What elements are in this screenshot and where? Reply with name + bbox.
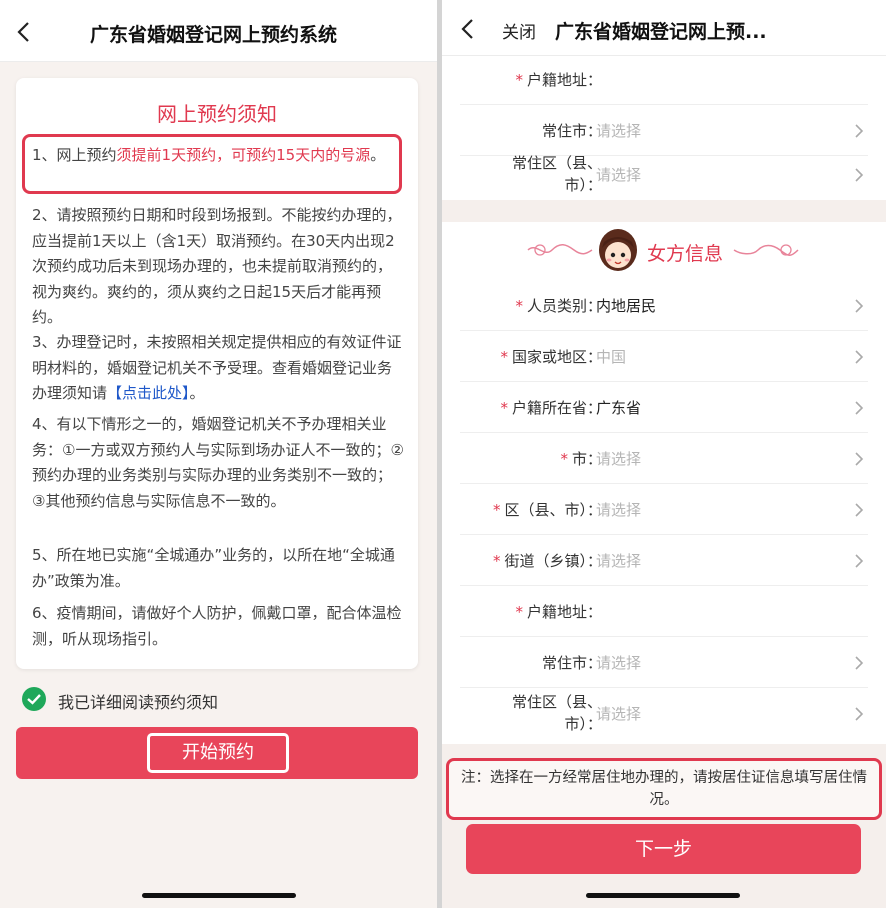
ornament-swirl-icon <box>527 244 593 256</box>
form-section-top: * 户籍地址： 常住市： 请选择 常住区（县、 市）： 请选择 <box>442 56 886 200</box>
chevron-right-icon <box>855 299 864 313</box>
chevron-right-icon <box>855 124 864 138</box>
right-screen: 关闭 广东省婚姻登记网上预... * 户籍地址： 常住市： 请选择 常住区（县、市… <box>442 0 886 908</box>
rule-1: 1、网上预约须提前1天预约，可预约15天内的号源。 <box>32 146 386 164</box>
right-navbar: 关闭 广东省婚姻登记网上预... <box>442 0 886 56</box>
form-row-address[interactable]: * 户籍地址： <box>460 54 868 105</box>
form-row-residence-city-2[interactable]: 常住市： 请选择 <box>460 637 868 688</box>
chevron-right-icon <box>855 656 864 670</box>
rule-2: 2、请按照预约日期和时段到场报到。不能按约办理的，应当提前1天以上（含1天）取消… <box>32 206 402 326</box>
notice-card: 网上预约须知 1、网上预约须提前1天预约，可预约15天内的号源。 2、请按照预约… <box>16 78 418 669</box>
close-button[interactable]: 关闭 <box>502 18 536 43</box>
form-row-residence-district-2[interactable]: 常住区（县、 市）： 请选择 <box>460 688 868 739</box>
rule-3: 3、办理登记时，未按照相关规定提供相应的有效证件证明材料的，婚姻登记机关不予受理… <box>32 333 402 402</box>
form-row-district[interactable]: * 区（县、市）： 请选择 <box>460 484 868 535</box>
agree-label: 我已详细阅读预约须知 <box>58 693 219 712</box>
back-arrow-icon[interactable] <box>458 17 478 41</box>
form-row-household-address[interactable]: * 户籍地址： <box>460 586 868 637</box>
form-row-residence-district[interactable]: 常住区（县、 市）： 请选择 <box>460 149 868 200</box>
back-arrow-icon[interactable] <box>14 20 34 44</box>
page-title: 广东省婚姻登记网上预约系统 <box>90 24 338 46</box>
start-booking-label: 开始预约 <box>147 733 289 773</box>
form-row-province[interactable]: * 户籍所在省： 广东省 <box>460 382 868 433</box>
page-title: 广东省婚姻登记网上预... <box>555 21 767 43</box>
left-navbar: 广东省婚姻登记网上预约系统 <box>0 0 437 62</box>
chevron-right-icon <box>855 554 864 568</box>
ornament-swirl-icon <box>733 244 799 256</box>
left-screen: 广东省婚姻登记网上预约系统 网上预约须知 1、网上预约须提前1天预约，可预约15… <box>0 0 437 908</box>
residence-note-text: 注：选择在一方经常居住地办理的，请按居住证信息填写居住情况。 <box>461 770 867 808</box>
chevron-right-icon <box>855 707 864 721</box>
chevron-right-icon <box>855 401 864 415</box>
form-row-person-type[interactable]: * 人员类别： 内地居民 <box>460 280 868 331</box>
avatar-girl-icon <box>599 229 637 271</box>
rule-4: 4、有以下情形之一的，婚姻登记机关不予办理相关业务：①一方或双方预约人与实际到场… <box>32 415 404 510</box>
chevron-right-icon <box>855 503 864 517</box>
rule-5: 5、所在地已实施“全城通办”业务的，以所在地“全城通办”政策为准。 <box>32 546 395 590</box>
check-circle-icon[interactable] <box>22 687 46 711</box>
form-row-city[interactable]: * 市： 请选择 <box>460 433 868 484</box>
residence-note: 注：选择在一方经常居住地办理的，请按居住证信息填写居住情况。 <box>446 758 882 820</box>
start-booking-button[interactable]: 开始预约 <box>16 727 418 779</box>
rule-6: 6、疫情期间，请做好个人防护，佩戴口罩，配合体温检测，听从现场指引。 <box>32 604 402 648</box>
chevron-right-icon <box>855 452 864 466</box>
form-row-country[interactable]: * 国家或地区： 中国 <box>460 331 868 382</box>
form-row-street[interactable]: * 街道（乡镇）： 请选择 <box>460 535 868 586</box>
chevron-right-icon <box>855 350 864 364</box>
female-section-header: 女方信息 <box>442 228 886 274</box>
female-section-title: 女方信息 <box>647 243 724 265</box>
home-indicator <box>142 893 296 898</box>
next-step-button[interactable]: 下一步 <box>466 824 861 874</box>
notice-title: 网上预约须知 <box>157 102 277 126</box>
home-indicator <box>586 893 740 898</box>
chevron-right-icon <box>855 168 864 182</box>
guide-link[interactable]: 【点击此处】 <box>107 384 190 402</box>
